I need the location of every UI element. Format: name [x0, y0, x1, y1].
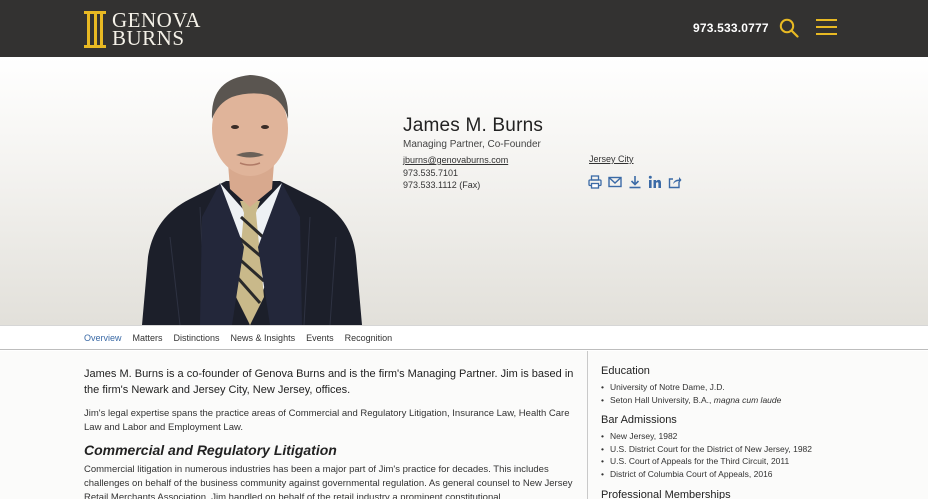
list-item: University of Notre Dame, J.D. — [601, 381, 861, 394]
contact-info: jburns@genovaburns.com 973.535.7101 973.… — [403, 154, 508, 192]
email-link[interactable]: jburns@genovaburns.com — [403, 155, 508, 165]
bar-admissions-list: New Jersey, 1982 U.S. District Court for… — [601, 430, 861, 480]
search-icon[interactable] — [779, 18, 799, 38]
tab-distinctions[interactable]: Distinctions — [174, 333, 220, 343]
tab-overview[interactable]: Overview — [84, 333, 122, 343]
tab-list: Overview Matters Distinctions News & Ins… — [84, 333, 392, 343]
linkedin-icon[interactable] — [648, 175, 662, 189]
column-logo-icon — [84, 10, 106, 48]
list-item: District of Columbia Court of Appeals, 2… — [601, 468, 861, 481]
list-item: Seton Hall University, B.A., magna cum l… — [601, 394, 861, 407]
profile-hero: James M. Burns Managing Partner, Co-Foun… — [0, 57, 928, 325]
profile-heading: James M. Burns Managing Partner, Co-Foun… — [403, 115, 543, 150]
section-heading: Commercial and Regulatory Litigation — [84, 442, 337, 458]
education-heading: Education — [601, 365, 650, 377]
list-item: U.S. District Court for the District of … — [601, 443, 861, 456]
genova-burns-logo[interactable]: GENOVA BURNS — [84, 10, 201, 50]
bar-admissions-heading: Bar Admissions — [601, 414, 677, 427]
office-link-jersey-city[interactable]: Jersey City — [589, 154, 634, 164]
bio-sidebar: Education University of Notre Dame, J.D.… — [601, 365, 861, 499]
bio-paragraph-2: Commercial litigation in numerous indust… — [84, 464, 573, 499]
education-list: University of Notre Dame, J.D. Seton Hal… — [601, 381, 861, 406]
attorney-portrait — [142, 75, 362, 325]
menu-icon[interactable] — [816, 18, 837, 36]
tab-events[interactable]: Events — [306, 333, 334, 343]
site-header: GENOVA BURNS 973.533.0777 — [0, 0, 928, 57]
bio-main: James M. Burns is a co-founder of Genova… — [84, 366, 577, 499]
share-icon[interactable] — [668, 175, 682, 189]
attorney-name: James M. Burns — [403, 115, 544, 136]
profile-actions — [588, 175, 682, 189]
list-item: New Jersey, 1982 — [601, 430, 861, 443]
fax-number: 973.533.1112 (Fax) — [403, 180, 481, 190]
logo-line-2: BURNS — [112, 26, 185, 50]
memberships-heading: Professional Memberships — [601, 488, 731, 499]
tab-news-insights[interactable]: News & Insights — [231, 333, 296, 343]
bio-lead: James M. Burns is a co-founder of Genova… — [84, 368, 574, 396]
attorney-title: Managing Partner, Co-Founder — [403, 139, 541, 150]
header-phone-link[interactable]: 973.533.0777 — [693, 21, 769, 35]
email-icon[interactable] — [608, 175, 622, 189]
office-location: Jersey City — [589, 154, 634, 164]
bio-paragraph-1: Jim's legal expertise spans the practice… — [84, 408, 570, 433]
overview-content: James M. Burns is a co-founder of Genova… — [0, 351, 928, 499]
column-divider — [587, 351, 588, 499]
tab-recognition[interactable]: Recognition — [345, 333, 393, 343]
profile-tabs: Overview Matters Distinctions News & Ins… — [0, 325, 928, 350]
print-icon[interactable] — [588, 175, 602, 189]
tab-matters[interactable]: Matters — [133, 333, 163, 343]
download-icon[interactable] — [628, 175, 642, 189]
logo-wordmark: GENOVA BURNS — [112, 10, 201, 50]
list-item: U.S. Court of Appeals for the Third Circ… — [601, 455, 861, 468]
direct-phone[interactable]: 973.535.7101 — [403, 167, 508, 180]
